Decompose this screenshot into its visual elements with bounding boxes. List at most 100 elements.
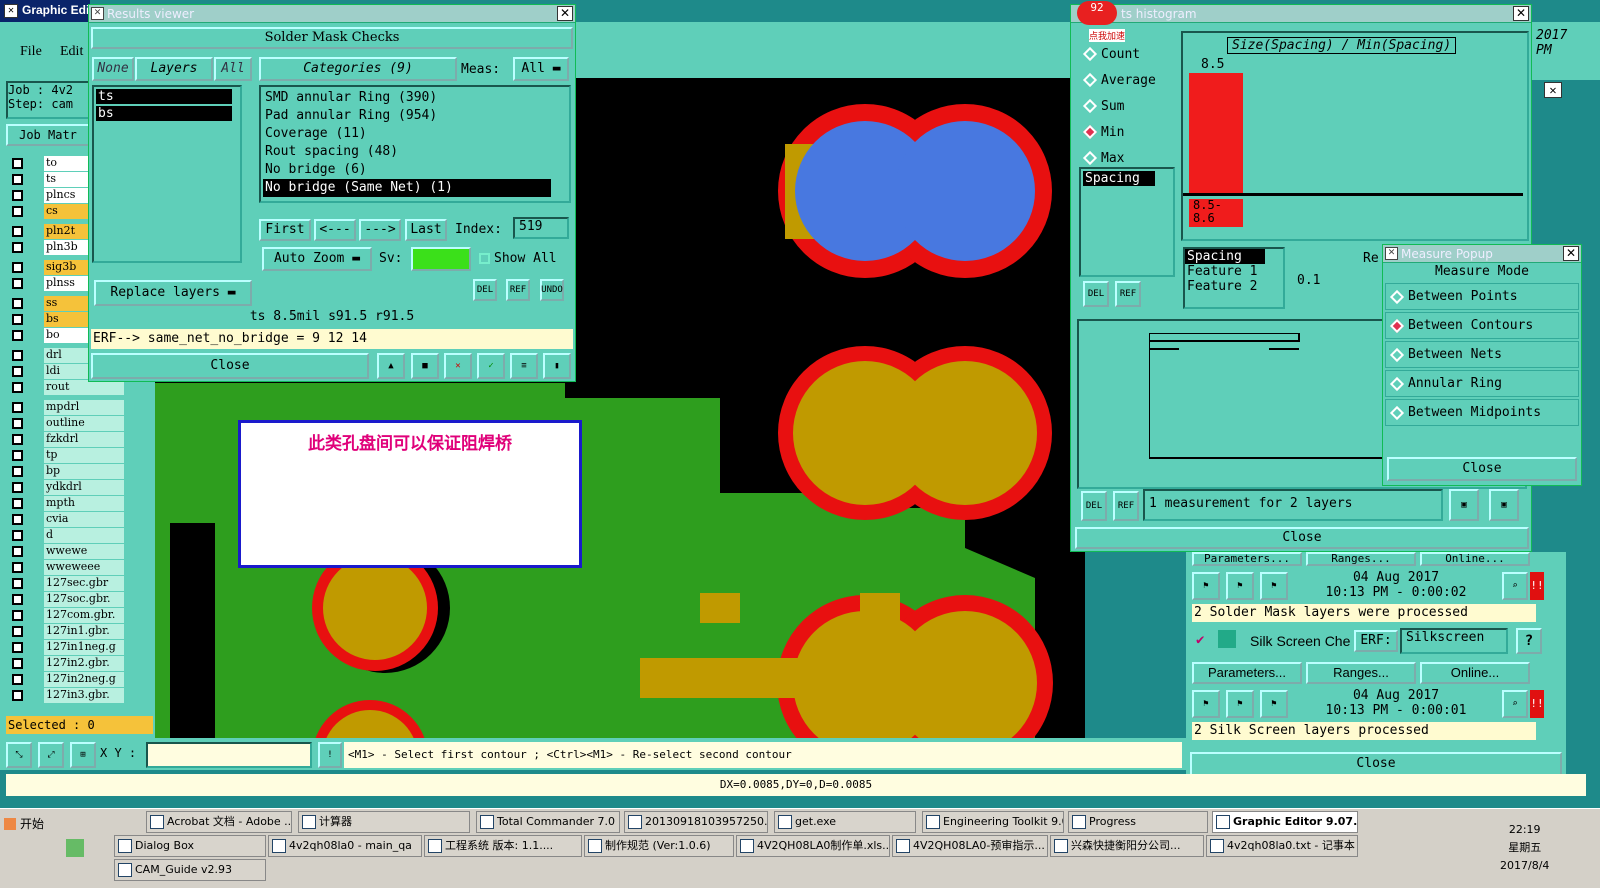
layer-checkbox[interactable] [12, 402, 23, 413]
undo-button[interactable]: UNDO [540, 279, 564, 301]
check-mark-icon[interactable]: ✔ [1196, 632, 1204, 648]
job-matrix-button[interactable]: Job Matr [6, 124, 90, 146]
layer-checkbox[interactable] [12, 366, 23, 377]
menu-file[interactable]: File [20, 44, 42, 60]
params-button-1[interactable]: Parameters... [1192, 552, 1302, 566]
layer-name[interactable]: 127in2.gbr. [44, 656, 124, 671]
layer-row[interactable]: 127in2neg.g [8, 672, 148, 687]
online-button-1[interactable]: Online... [1420, 552, 1530, 566]
layer-name[interactable]: mpdrl [44, 400, 124, 415]
result-layer-bs[interactable]: bs [96, 106, 232, 121]
measure-option[interactable]: Between Points [1385, 283, 1579, 310]
layer-row[interactable]: fzkdrl [8, 432, 148, 447]
export-icon-1[interactable]: ▣ [1449, 489, 1479, 521]
ranges-button-2[interactable]: Ranges... [1306, 662, 1416, 684]
layer-checkbox[interactable] [12, 626, 23, 637]
layer-checkbox[interactable] [12, 610, 23, 621]
feature-list[interactable]: Spacing Feature 1 Feature 2 [1183, 247, 1285, 309]
layer-row[interactable]: 127in1.gbr. [8, 624, 148, 639]
delete-icon[interactable]: ✕ [444, 353, 472, 379]
search-icon[interactable]: ⌕ [1502, 572, 1528, 600]
layer-row[interactable]: bp [8, 464, 148, 479]
del-button[interactable]: DEL [473, 279, 497, 301]
measure-option[interactable]: Between Contours [1385, 312, 1579, 339]
layer-name[interactable]: tp [44, 448, 124, 463]
warning-icon[interactable]: ! [318, 742, 342, 768]
layer-name[interactable]: outline [44, 416, 124, 431]
all-button[interactable]: All [214, 57, 252, 81]
layer-row[interactable]: rout [8, 380, 148, 395]
layer-row[interactable]: outline [8, 416, 148, 431]
layer-name[interactable]: wweweee [44, 560, 124, 575]
layer-row[interactable]: d [8, 528, 148, 543]
taskbar-button[interactable]: Dialog Box [114, 835, 266, 857]
params-button-2[interactable]: Parameters... [1192, 662, 1302, 684]
histogram-close-icon[interactable]: ✕ [1513, 6, 1529, 21]
layer-checkbox[interactable] [12, 158, 23, 169]
layer-name[interactable]: 127in1.gbr. [44, 624, 124, 639]
layer-name[interactable]: fzkdrl [44, 432, 124, 447]
notes-icon[interactable]: ≡ [510, 353, 538, 379]
measure-option[interactable]: Between Nets [1385, 341, 1579, 368]
results-close-button[interactable]: Close [91, 353, 369, 379]
help-button[interactable]: ? [1516, 628, 1542, 654]
layer-checkbox[interactable] [12, 190, 23, 201]
run-icon-2[interactable]: ⚑ [1226, 572, 1254, 600]
stat-option[interactable]: Sum [1079, 93, 1175, 119]
layer-checkbox[interactable] [12, 546, 23, 557]
measure-option[interactable]: Annular Ring [1385, 370, 1579, 397]
category-list[interactable]: SMD annular Ring (390) Pad annular Ring (… [259, 85, 571, 203]
online-button-2[interactable]: Online... [1420, 662, 1530, 684]
layer-checkbox[interactable] [12, 298, 23, 309]
ref-button[interactable]: REF [506, 279, 530, 301]
layer-row[interactable]: 127soc.gbr. [8, 592, 148, 607]
first-button[interactable]: First [259, 219, 311, 241]
layer-name[interactable]: 127in3.gbr. [44, 688, 124, 703]
close-icon[interactable]: ✕ [557, 6, 573, 21]
layer-checkbox[interactable] [12, 450, 23, 461]
zoom-icon[interactable]: ▲ [377, 353, 405, 379]
stat-option[interactable]: Count [1079, 41, 1175, 67]
search-icon-2[interactable]: ⌕ [1502, 690, 1528, 718]
export-icon-2[interactable]: ▣ [1489, 489, 1519, 521]
layer-name[interactable]: 127sec.gbr [44, 576, 124, 591]
layer-row[interactable]: mpth [8, 496, 148, 511]
layer-name[interactable]: rout [44, 380, 124, 395]
taskbar-button[interactable]: 20130918103957250.... [624, 811, 768, 833]
taskbar-button[interactable]: 工程系统 版本: 1.1.... [424, 835, 582, 857]
taskbar-button[interactable]: CAM_Guide v2.93 [114, 859, 266, 881]
layer-checkbox[interactable] [12, 262, 23, 273]
layer-checkbox[interactable] [12, 350, 23, 361]
red-report-icon[interactable]: ■ [411, 353, 439, 379]
last-button[interactable]: Last [405, 219, 447, 241]
layer-checkbox[interactable] [12, 498, 23, 509]
layer-checkbox[interactable] [12, 226, 23, 237]
prev-button[interactable]: <--- [314, 219, 356, 241]
stat-option[interactable]: Average [1079, 67, 1175, 93]
layer-name[interactable]: 127soc.gbr. [44, 592, 124, 607]
quicklaunch-icon[interactable] [66, 839, 84, 857]
layer-row[interactable]: wwewe [8, 544, 148, 559]
tool-icon-1[interactable]: ⤡ [6, 742, 32, 768]
run-icon-4[interactable]: ⚑ [1192, 690, 1220, 718]
stat-option[interactable]: Min [1079, 119, 1175, 145]
erf-value[interactable]: Silkscreen [1400, 628, 1508, 654]
taskbar-button[interactable]: Total Commander 7.0 ... [476, 811, 620, 833]
run-icon-3[interactable]: ⚑ [1260, 572, 1288, 600]
layer-row[interactable]: tp [8, 448, 148, 463]
categories-button[interactable]: Categories (9) [259, 57, 457, 81]
feature-1[interactable]: Feature 1 [1185, 264, 1283, 279]
show-all-checkbox[interactable] [479, 253, 490, 264]
category-item[interactable]: Rout spacing (48) [263, 143, 567, 161]
taskbar-button[interactable]: 4V2QH08LA0-预审指示... [892, 835, 1048, 857]
next-button[interactable]: ---> [359, 219, 401, 241]
speed-badge[interactable]: 92 [1077, 1, 1117, 25]
result-layer-ts[interactable]: ts [96, 89, 232, 104]
alert-icon[interactable]: !! [1530, 572, 1544, 600]
taskbar-button[interactable]: 计算器 [298, 811, 470, 833]
erf-button[interactable]: ERF: [1354, 630, 1398, 652]
category-item[interactable]: SMD annular Ring (390) [263, 89, 567, 107]
layer-checkbox[interactable] [12, 514, 23, 525]
layers-button[interactable]: Layers [135, 57, 213, 81]
layer-checkbox[interactable] [12, 578, 23, 589]
